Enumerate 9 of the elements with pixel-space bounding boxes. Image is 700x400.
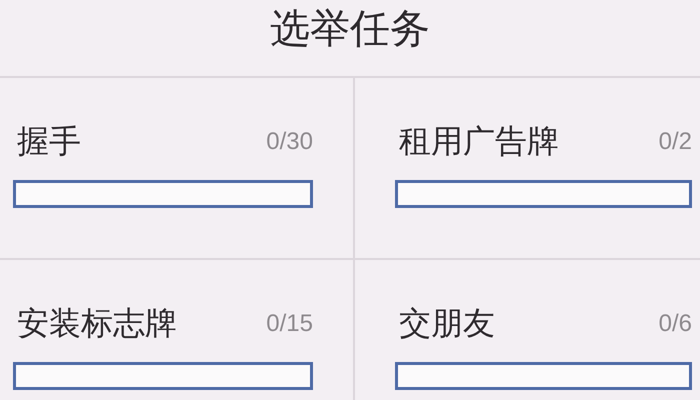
task-count: 0/30: [266, 128, 313, 156]
task-count: 0/15: [266, 310, 313, 338]
screen-title: 选举任务: [0, 0, 700, 78]
task-name: 租用广告牌: [399, 121, 559, 162]
task-name: 交朋友: [399, 303, 495, 344]
task-count: 0/6: [658, 310, 692, 338]
task-name: 握手: [17, 121, 81, 162]
task-name: 安装标志牌: [17, 303, 177, 344]
task-count: 0/2: [658, 128, 692, 156]
